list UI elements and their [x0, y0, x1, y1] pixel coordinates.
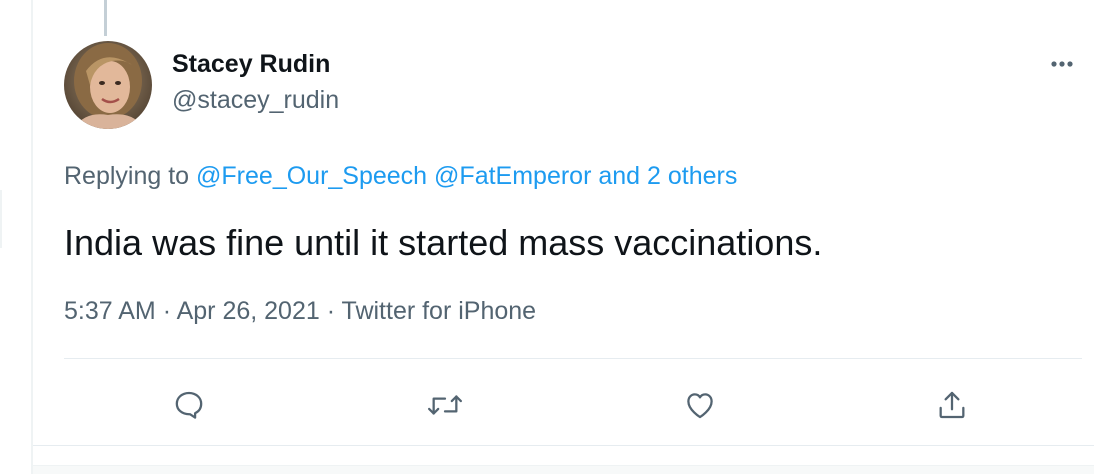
display-name[interactable]: Stacey Rudin	[172, 48, 330, 80]
more-options-button[interactable]	[1040, 48, 1084, 80]
actions-divider	[64, 358, 1082, 359]
tweet-bottom-border	[33, 445, 1094, 446]
timeline-border	[31, 0, 33, 474]
meta-separator: ·	[162, 297, 172, 325]
tweet-time-link[interactable]: 5:37 AM	[64, 297, 156, 325]
speech-bubble-icon	[175, 391, 203, 419]
heart-icon	[687, 393, 713, 419]
retweet-icon	[428, 395, 462, 415]
share-icon	[939, 391, 965, 419]
like-button[interactable]	[678, 383, 722, 427]
meta-separator: ·	[326, 297, 336, 325]
tweet-date-link[interactable]: Apr 26, 2021	[177, 297, 320, 325]
tweet-source-link[interactable]: Twitter for iPhone	[342, 297, 537, 325]
reply-button[interactable]	[167, 383, 211, 427]
mention-link[interactable]: @FatEmperor	[434, 162, 591, 190]
replying-to-line: Replying to @Free_Our_Speech @FatEmperor…	[64, 160, 737, 192]
avatar[interactable]	[64, 41, 152, 129]
retweet-button[interactable]	[423, 383, 467, 427]
others-link[interactable]: and 2 others	[598, 162, 737, 190]
tweet-text: India was fine until it started mass vac…	[64, 222, 823, 263]
user-handle[interactable]: @stacey_rudin	[172, 84, 339, 116]
replying-to-label: Replying to	[64, 162, 190, 190]
thread-connector-line	[104, 0, 107, 36]
share-button[interactable]	[930, 383, 974, 427]
mention-link[interactable]: @Free_Our_Speech	[196, 162, 427, 190]
next-item-strip	[33, 465, 1094, 474]
more-dots-icon	[1051, 61, 1073, 67]
tweet-page: Stacey Rudin @stacey_rudin Replying to @…	[0, 0, 1094, 474]
tweet-metadata: 5:37 AM · Apr 26, 2021 · Twitter for iPh…	[64, 295, 536, 327]
user-photo-icon	[64, 41, 152, 129]
timeline-edge-marker	[0, 190, 2, 248]
